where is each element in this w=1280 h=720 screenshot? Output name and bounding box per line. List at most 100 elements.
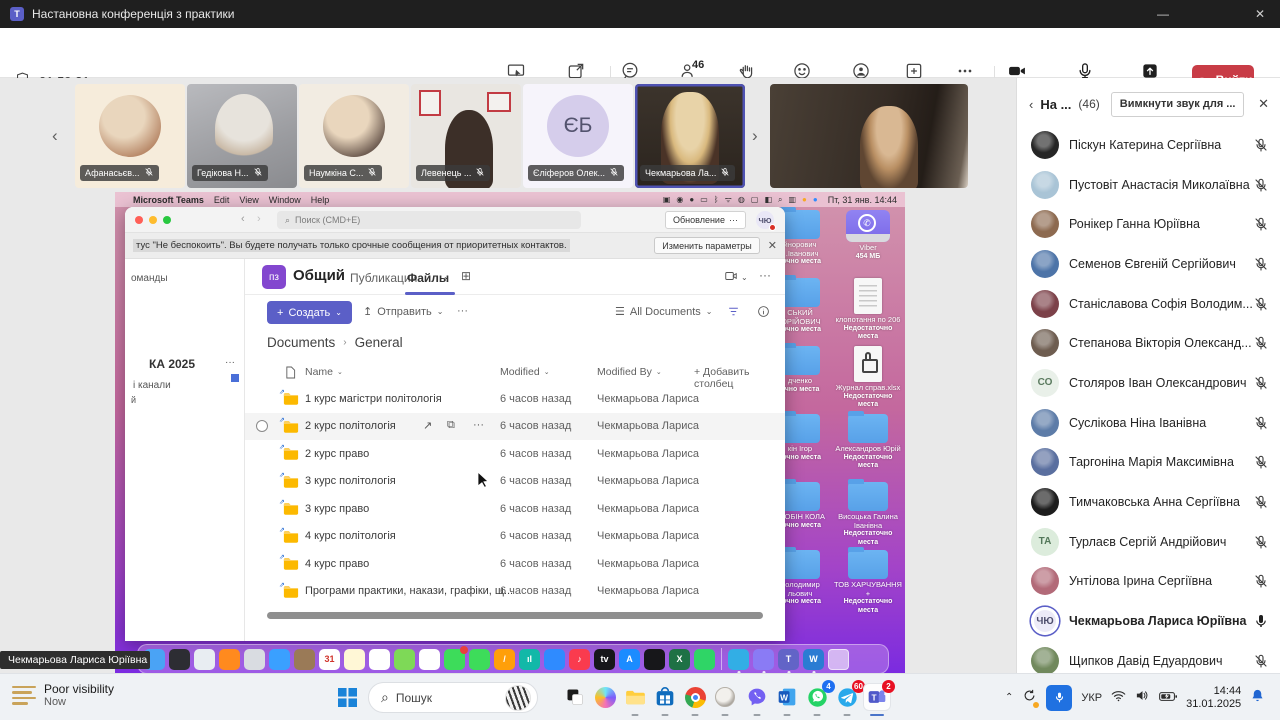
dock-music-icon[interactable]: ♪ (569, 649, 590, 670)
file-name[interactable]: 4 курс політологія (305, 530, 396, 542)
profile-avatar[interactable]: ЧЮ (756, 211, 774, 229)
dock-notes-icon[interactable] (344, 649, 365, 670)
teams-menubar-icon[interactable]: ▣ (663, 195, 671, 204)
taskbar-search[interactable]: ⌕ Пошук (368, 682, 538, 713)
mute-all-button[interactable]: Вимкнути звук для ... (1111, 92, 1245, 117)
display-menubar-icon[interactable]: ▥ (788, 195, 796, 204)
voice-access-mic-button[interactable] (1046, 685, 1072, 711)
search-menubar-icon[interactable]: ⌕ (778, 195, 782, 205)
teams-search-box[interactable]: ⌕ Поиск (CMD+E) (277, 211, 581, 229)
clock[interactable]: 14:44 31.01.2025 (1186, 685, 1241, 711)
panel-back-icon[interactable]: ‹ (1029, 97, 1033, 112)
dock-apple-tv-icon[interactable]: tv (594, 649, 615, 670)
banner-settings-button[interactable]: Изменить параметры (654, 237, 759, 254)
notification-bell-icon[interactable] (1250, 688, 1265, 708)
video-tile-4[interactable]: Левенець ... (411, 84, 521, 188)
menu-window[interactable]: Window (269, 195, 301, 205)
mic-off-icon[interactable] (1253, 296, 1269, 312)
wifi-icon[interactable] (1111, 689, 1126, 707)
dock-whatsapp-icon[interactable] (694, 649, 715, 670)
dock-firefox-icon[interactable] (219, 649, 240, 670)
dock-facetime-icon[interactable] (469, 649, 490, 670)
taskbar-viber-icon[interactable] (744, 684, 770, 710)
filmstrip-scroll-left-icon[interactable]: ‹ (52, 126, 58, 146)
dock-trash-icon[interactable] (828, 649, 849, 670)
dock-find-my-icon[interactable] (644, 649, 665, 670)
zoom-traffic-light[interactable] (163, 216, 171, 224)
participant-row-13[interactable]: ЧЮЧекмарьова Лариса Юріївна (1017, 601, 1280, 641)
bell-menubar-icon[interactable]: ◍ (738, 195, 745, 204)
menubar-app-name[interactable]: Microsoft Teams (133, 195, 204, 205)
mic-off-icon[interactable] (1253, 375, 1269, 391)
participant-row-5[interactable]: Станіславова Софія Володим... (1017, 284, 1280, 324)
meet-chevron-icon[interactable]: ⌄ (741, 273, 748, 282)
dock-launchpad-icon[interactable] (244, 649, 265, 670)
file-row-3[interactable]: ⇗ 2 курс право6 часов назад Чекмарьова Л… (245, 440, 785, 468)
file-row-4[interactable]: ⇗ 3 курс політологія6 часов назад Чекмар… (245, 468, 785, 496)
dock-messages-icon[interactable] (444, 649, 465, 670)
dock-viber-icon[interactable] (753, 649, 774, 670)
file-row-2[interactable]: ⇗ 2 курс політологія↗⧉···6 часов назад Ч… (245, 413, 785, 441)
taskbar-task-view-icon[interactable] (562, 684, 588, 710)
participant-row-2[interactable]: Пустовіт Анастасія Миколаївна (1017, 165, 1280, 205)
battery-icon[interactable] (1159, 689, 1177, 707)
participant-row-10[interactable]: Тимчаковська Анна Сергіївна (1017, 482, 1280, 522)
channel-more-icon[interactable]: ··· (759, 268, 771, 282)
close-traffic-light[interactable] (135, 216, 143, 224)
copy-link-icon[interactable]: ⧉ (447, 419, 455, 432)
breadcrumb-general[interactable]: General (355, 335, 403, 350)
taskbar-store-icon[interactable] (652, 684, 678, 710)
participant-row-11[interactable]: ТАТурлаєв Сергій Андрійович (1017, 522, 1280, 562)
tab-files-chevron-icon[interactable]: ⌄ (443, 272, 450, 281)
nav-forward-icon[interactable]: › (257, 213, 261, 225)
participant-row-14[interactable]: Щипков Давід Едуардович (1017, 641, 1280, 673)
desktop-icon-viber[interactable]: ✆Viber454 МБ (833, 210, 903, 261)
participant-row-8[interactable]: Суслікова Ніна Іванівна (1017, 403, 1280, 443)
volume-icon[interactable] (1135, 689, 1150, 707)
dock-calendar-icon[interactable]: 31 (319, 649, 340, 670)
participant-row-1[interactable]: Піскун Катерина Сергіївна (1017, 125, 1280, 165)
video-tile-3[interactable]: Наумкіна С... (299, 84, 409, 188)
participant-row-12[interactable]: Унтілова Ірина Сергіївна (1017, 562, 1280, 602)
mic-off-icon[interactable] (1253, 534, 1269, 550)
file-name[interactable]: 3 курс право (305, 503, 369, 515)
dock-app-store-icon[interactable]: A (619, 649, 640, 670)
participant-row-6[interactable]: Степанова Вікторія Олександ... (1017, 323, 1280, 363)
camera-menubar-icon[interactable]: ◧ (764, 195, 772, 204)
row-select-radio[interactable] (256, 420, 268, 432)
file-name[interactable]: 3 курс політологія (305, 475, 396, 487)
nav-back-icon[interactable]: ‹ (241, 213, 245, 225)
desktop-icon-клопотання-по-206[interactable]: клопотання по 206Недостаточно места (833, 278, 903, 342)
desktop-icon-висоцька-галина-ванівна[interactable]: Висоцька Галина ІванівнаНедостаточно мес… (833, 482, 903, 547)
desktop-icon-тов-харчування-[interactable]: ТОВ ХАРЧУВАННЯ +Недостаточно места (833, 550, 903, 615)
mic-on-icon[interactable] (1253, 613, 1269, 629)
participant-row-4[interactable]: Семенов Євгеній Сергійович (1017, 244, 1280, 284)
dock-telegram-icon[interactable] (728, 649, 749, 670)
horizontal-scrollbar[interactable] (267, 612, 763, 619)
mic-off-icon[interactable] (1253, 216, 1269, 232)
window-menubar-icon[interactable]: ▢ (751, 195, 759, 204)
minimize-button[interactable]: — (1143, 0, 1183, 28)
dock-word-icon[interactable]: W (803, 649, 824, 670)
video-tile-5[interactable]: ЄБЄліферов Олек... (523, 84, 633, 188)
file-row-6[interactable]: ⇗ 4 курс політологія6 часов назад Чекмар… (245, 523, 785, 551)
file-row-1[interactable]: ⇗ 1 курс магістри політологія6 часов наз… (245, 385, 785, 413)
file-name[interactable]: 4 курс право (305, 558, 369, 570)
taskbar-word-icon[interactable]: W (774, 684, 800, 710)
language-indicator[interactable]: УКР (1081, 692, 1102, 704)
file-name[interactable]: Програми практики, накази, графіки, щ... (305, 585, 513, 597)
battery-menubar-icon[interactable]: ▭ (700, 195, 708, 204)
mic-off-icon[interactable] (1253, 256, 1269, 272)
mic-off-icon[interactable] (1253, 137, 1269, 153)
mic-off-icon[interactable] (1253, 494, 1269, 510)
participant-row-7[interactable]: СОСтоляров Іван Олександрович (1017, 363, 1280, 403)
dock-keynote-icon[interactable] (544, 649, 565, 670)
dock-siri-icon[interactable] (169, 649, 190, 670)
wifi-menubar-icon[interactable]: ᯤ (725, 194, 732, 205)
taskbar-teams-icon[interactable]: T2 (864, 684, 890, 710)
video-tile-1[interactable]: Афанасьєв... (75, 84, 185, 188)
bluetooth-menubar-icon[interactable]: ᛒ (714, 195, 719, 204)
dock-teams-icon[interactable]: T (778, 649, 799, 670)
mic-off-icon[interactable] (1253, 415, 1269, 431)
file-name[interactable]: 2 курс політологія (305, 420, 396, 432)
